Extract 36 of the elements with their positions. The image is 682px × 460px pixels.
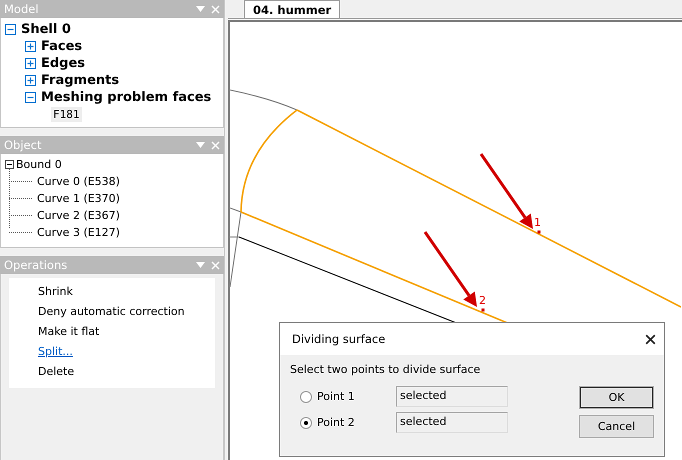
point-radio[interactable]: Point 2 (300, 416, 396, 429)
drawing-canvas[interactable]: 1 2 Dividing surface Select two points to divide surface Point 1 selected Point 2 selected OK Cancel (228, 20, 682, 460)
tree-item[interactable]: Fragments (41, 73, 120, 88)
operation-item[interactable]: Deny automatic correction (38, 302, 215, 322)
close-icon[interactable] (645, 334, 656, 344)
panel-title: Operations (4, 258, 68, 272)
dialog-prompt: Select two points to divide surface (289, 362, 482, 378)
collapse-icon[interactable] (5, 160, 14, 169)
document-tab[interactable]: 04. hummer (244, 0, 340, 18)
tree-item[interactable]: Curve 1 (E370) (37, 192, 120, 205)
point-status-field: selected (396, 412, 508, 433)
tree-item[interactable]: Edges (41, 56, 86, 71)
face-id[interactable]: F181 (51, 107, 82, 122)
tree-item[interactable]: Curve 0 (E538) (37, 175, 120, 188)
point-radio[interactable]: Point 1 (300, 390, 396, 403)
split-link[interactable]: Split... (38, 342, 215, 362)
tree-item[interactable]: Bound 0 (16, 158, 62, 171)
operation-item[interactable]: Delete (38, 362, 215, 382)
dialog-title: Dividing surface (292, 332, 386, 346)
tree-item[interactable]: Meshing problem faces (41, 90, 212, 105)
point-label: 2 (479, 294, 486, 307)
point-status-field: selected (396, 386, 508, 407)
point-label: 1 (534, 216, 541, 229)
cancel-button[interactable]: Cancel (579, 415, 654, 438)
tree-item[interactable]: Curve 3 (E127) (37, 226, 120, 239)
tree-item[interactable]: Faces (41, 39, 82, 54)
ok-button[interactable]: OK (579, 386, 654, 409)
panel-title: Object (4, 138, 42, 152)
tree-item[interactable]: Shell 0 (21, 22, 71, 37)
expand-icon[interactable] (25, 41, 36, 52)
operation-item[interactable]: Shrink (38, 282, 215, 302)
tree-item[interactable]: Curve 2 (E367) (37, 209, 120, 222)
panel-title: Model (4, 2, 40, 16)
expand-icon[interactable] (25, 58, 36, 69)
operation-item[interactable]: Make it flat (38, 322, 215, 342)
expand-icon[interactable] (25, 75, 36, 86)
